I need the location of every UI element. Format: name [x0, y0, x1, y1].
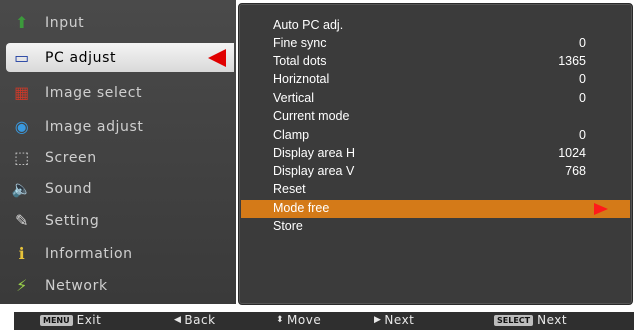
row-label: Current mode — [273, 109, 350, 123]
menu-item-label: Setting — [45, 212, 100, 229]
button-guide-bar: MENU Exit ◀ Back ⬍ Move ▶ Next SELECT Ne… — [14, 312, 634, 330]
pc-adjust-icon: ▭ — [14, 48, 30, 67]
row-current-mode[interactable]: Current mode — [241, 108, 630, 126]
image-select-icon: ▦ — [14, 83, 30, 102]
row-label: Display area V — [273, 164, 355, 178]
menu-item-label: Network — [45, 277, 108, 294]
menu-item-screen[interactable]: ⬚ Screen — [6, 143, 234, 172]
next-label: Next — [384, 313, 415, 327]
select-hint[interactable]: SELECT Next — [494, 313, 567, 327]
row-fine-sync[interactable]: Fine sync 0 — [241, 35, 630, 53]
pc-adjust-panel: Auto PC adj. Fine sync 0 Total dots 1365… — [238, 3, 633, 305]
menu-item-label: PC adjust — [45, 49, 117, 66]
menu-item-network[interactable]: ⚡ Network — [6, 271, 234, 300]
select-key-icon: SELECT — [494, 314, 534, 326]
back-hint[interactable]: ◀ Back — [174, 313, 216, 327]
row-total-dots[interactable]: Total dots 1365 — [241, 53, 630, 71]
menu-item-label: Input — [45, 14, 85, 31]
menu-item-label: Screen — [45, 149, 97, 166]
row-value: 0 — [579, 72, 586, 86]
active-pointer-icon — [208, 49, 226, 67]
up-down-arrow-icon: ⬍ — [276, 315, 285, 325]
information-icon: ℹ — [18, 244, 26, 263]
exit-label: Exit — [76, 313, 102, 327]
move-hint[interactable]: ⬍ Move — [276, 313, 321, 327]
input-icon: ⬆ — [14, 13, 29, 32]
menu-item-label: Image select — [45, 84, 143, 101]
row-label: Store — [273, 219, 303, 233]
row-label: Mode free — [273, 201, 330, 215]
exit-hint[interactable]: MENU Exit — [40, 313, 101, 327]
move-label: Move — [287, 313, 322, 327]
menu-item-label: Sound — [45, 180, 93, 197]
row-display-area-v[interactable]: Display area V 768 — [241, 163, 630, 181]
menu-item-image-select[interactable]: ▦ Image select — [6, 78, 234, 107]
menu-item-input[interactable]: ⬆ Input — [6, 8, 234, 37]
row-horizontal[interactable]: Horiznotal 0 — [241, 71, 630, 89]
main-menu: ⬆ Input ▭ PC adjust ▦ Image select ◉ Ima… — [0, 0, 236, 304]
row-reset[interactable]: Reset — [241, 181, 630, 199]
right-arrow-icon: ▶ — [374, 315, 382, 325]
row-label: Vertical — [273, 91, 314, 105]
row-label: Fine sync — [273, 36, 327, 50]
menu-item-setting[interactable]: ✎ Setting — [6, 206, 234, 235]
setting-icon: ✎ — [14, 211, 29, 230]
left-arrow-icon: ◀ — [174, 315, 182, 325]
menu-item-label: Image adjust — [45, 118, 144, 135]
row-value: 0 — [579, 128, 586, 142]
back-label: Back — [184, 313, 216, 327]
row-value: 0 — [579, 36, 586, 50]
row-label: Auto PC adj. — [273, 18, 344, 32]
row-auto-pc-adj[interactable]: Auto PC adj. — [241, 17, 630, 35]
row-label: Horiznotal — [273, 72, 330, 86]
row-value: 1365 — [558, 54, 586, 68]
menu-item-sound[interactable]: 🔈 Sound — [6, 174, 234, 203]
row-label: Total dots — [273, 54, 327, 68]
row-display-area-h[interactable]: Display area H 1024 — [241, 145, 630, 163]
row-vertical[interactable]: Vertical 0 — [241, 90, 630, 108]
select-next-label: Next — [537, 313, 568, 327]
row-label: Display area H — [273, 146, 355, 160]
row-label: Reset — [273, 182, 306, 196]
row-store[interactable]: Store — [241, 218, 630, 236]
menu-item-pc-adjust[interactable]: ▭ PC adjust — [6, 43, 234, 72]
menu-item-label: Information — [45, 245, 133, 262]
sound-icon: 🔈 — [11, 179, 33, 198]
menu-item-image-adjust[interactable]: ◉ Image adjust — [6, 112, 234, 141]
image-adjust-icon: ◉ — [14, 117, 30, 136]
row-clamp[interactable]: Clamp 0 — [241, 127, 630, 145]
row-value: 0 — [579, 91, 586, 105]
row-value: 1024 — [558, 146, 586, 160]
row-value: 768 — [565, 164, 586, 178]
projector-osd: ⬆ Input ▭ PC adjust ▦ Image select ◉ Ima… — [0, 0, 636, 330]
row-label: Clamp — [273, 128, 310, 142]
network-icon: ⚡ — [16, 276, 28, 295]
row-mode-free[interactable]: Mode free — [241, 200, 630, 218]
screen-icon: ⬚ — [14, 148, 30, 167]
menu-item-information[interactable]: ℹ Information — [6, 239, 234, 268]
next-hint[interactable]: ▶ Next — [374, 313, 414, 327]
selection-arrow-icon — [594, 203, 608, 215]
menu-key-icon: MENU — [40, 314, 73, 326]
